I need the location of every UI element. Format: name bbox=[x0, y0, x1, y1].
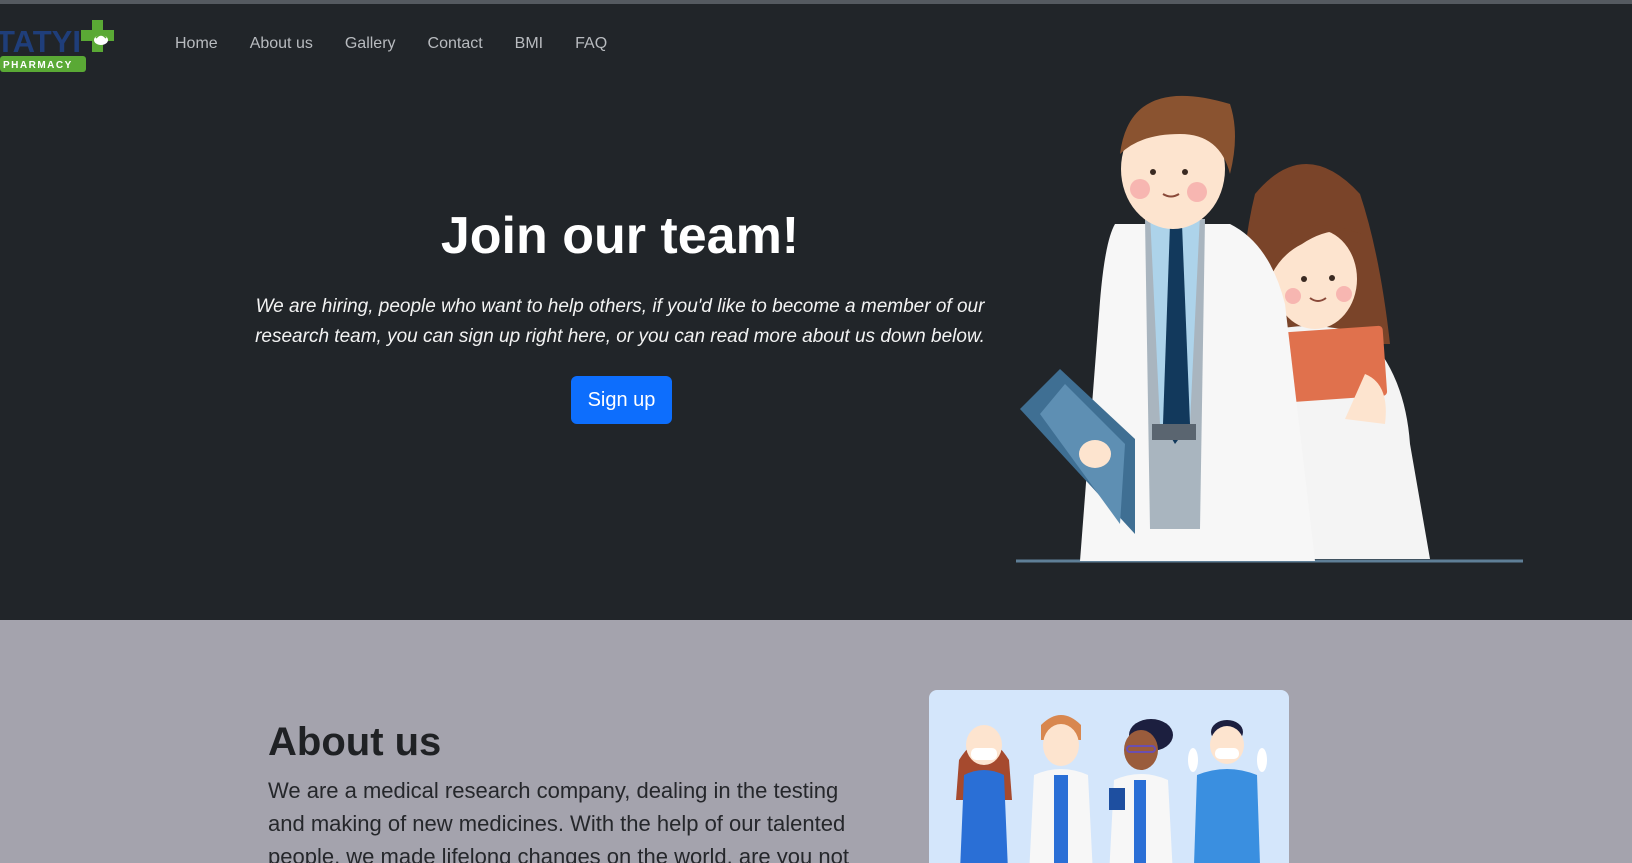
nav-link-home[interactable]: Home bbox=[175, 35, 218, 53]
nav-link-faq[interactable]: FAQ bbox=[575, 35, 607, 53]
nav-link-contact[interactable]: Contact bbox=[428, 35, 483, 53]
hero-lead-text: We are hiring, people who want to help o… bbox=[255, 296, 985, 347]
main-navbar: Home About us Gallery Contact BMI FAQ bbox=[175, 32, 607, 56]
hero-title: Join our team! bbox=[440, 207, 800, 265]
doctors-illustration bbox=[1016, 95, 1523, 563]
pharmacy-logo[interactable]: PHARMACY TATYI bbox=[0, 16, 124, 72]
hero-section: PHARMACY TATYI Home About us Gallery Con… bbox=[0, 4, 1632, 620]
nav-link-gallery[interactable]: Gallery bbox=[345, 35, 396, 53]
logo-text: TATYI bbox=[0, 24, 81, 59]
medical-team-illustration bbox=[956, 715, 1267, 863]
team-illustration-card bbox=[929, 690, 1289, 863]
about-text: We are a medical research company, deali… bbox=[268, 778, 849, 863]
logo-subtext: PHARMACY bbox=[3, 60, 73, 71]
signup-button[interactable]: Sign up bbox=[571, 376, 672, 424]
nav-link-about-us[interactable]: About us bbox=[250, 35, 313, 53]
about-title: About us bbox=[268, 720, 442, 764]
nav-link-bmi[interactable]: BMI bbox=[515, 35, 543, 53]
